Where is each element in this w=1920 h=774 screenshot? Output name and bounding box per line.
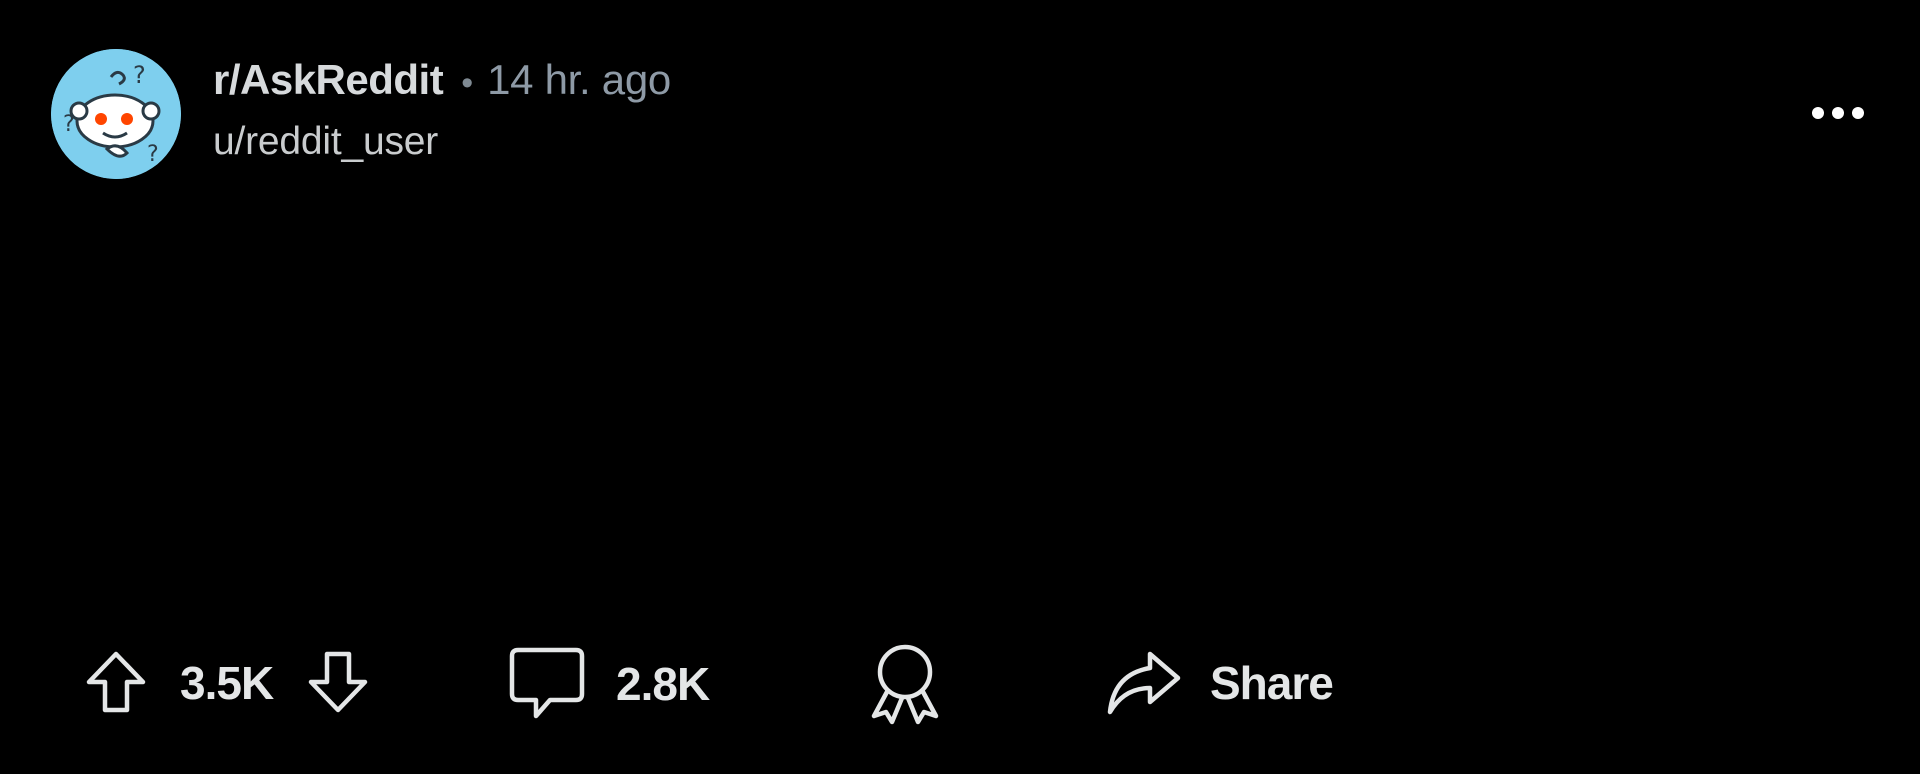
svg-text:?: ? [133, 61, 146, 89]
askreddit-snoo-icon: ? ? ? [51, 49, 181, 179]
downvote-arrow-icon[interactable] [307, 650, 369, 714]
vote-count: 3.5K [180, 657, 274, 709]
separator-dot: • [461, 64, 474, 102]
subreddit-link[interactable]: r/AskReddit [213, 56, 444, 104]
post-timestamp: 14 hr. ago [487, 56, 671, 103]
post-action-bar: 3.5K 2.8K Share [0, 640, 1920, 730]
share-button[interactable]: Share [1104, 648, 1334, 718]
award-ribbon-icon [871, 644, 939, 725]
comment-count: 2.8K [616, 658, 710, 710]
share-arrow-icon [1107, 651, 1181, 715]
upvote-arrow-icon[interactable] [85, 650, 147, 714]
comment-bubble-icon [509, 647, 585, 719]
subreddit-avatar[interactable]: ? ? ? [51, 49, 181, 179]
more-options-icon [1812, 107, 1864, 119]
post-meta-line: r/AskReddit • 14 hr. ago [213, 56, 671, 112]
post-card: ? ? ? r/AskReddit • 14 hr. ago u/reddit_… [0, 0, 1920, 774]
post-meta: r/AskReddit • 14 hr. ago u/reddit_user [213, 56, 671, 164]
author-username[interactable]: u/reddit_user [213, 120, 671, 164]
comments-button[interactable]: 2.8K [508, 646, 710, 722]
more-options-button[interactable] [1800, 88, 1876, 138]
award-button[interactable] [866, 642, 944, 726]
share-label: Share [1210, 657, 1334, 709]
svg-text:?: ? [147, 142, 159, 167]
